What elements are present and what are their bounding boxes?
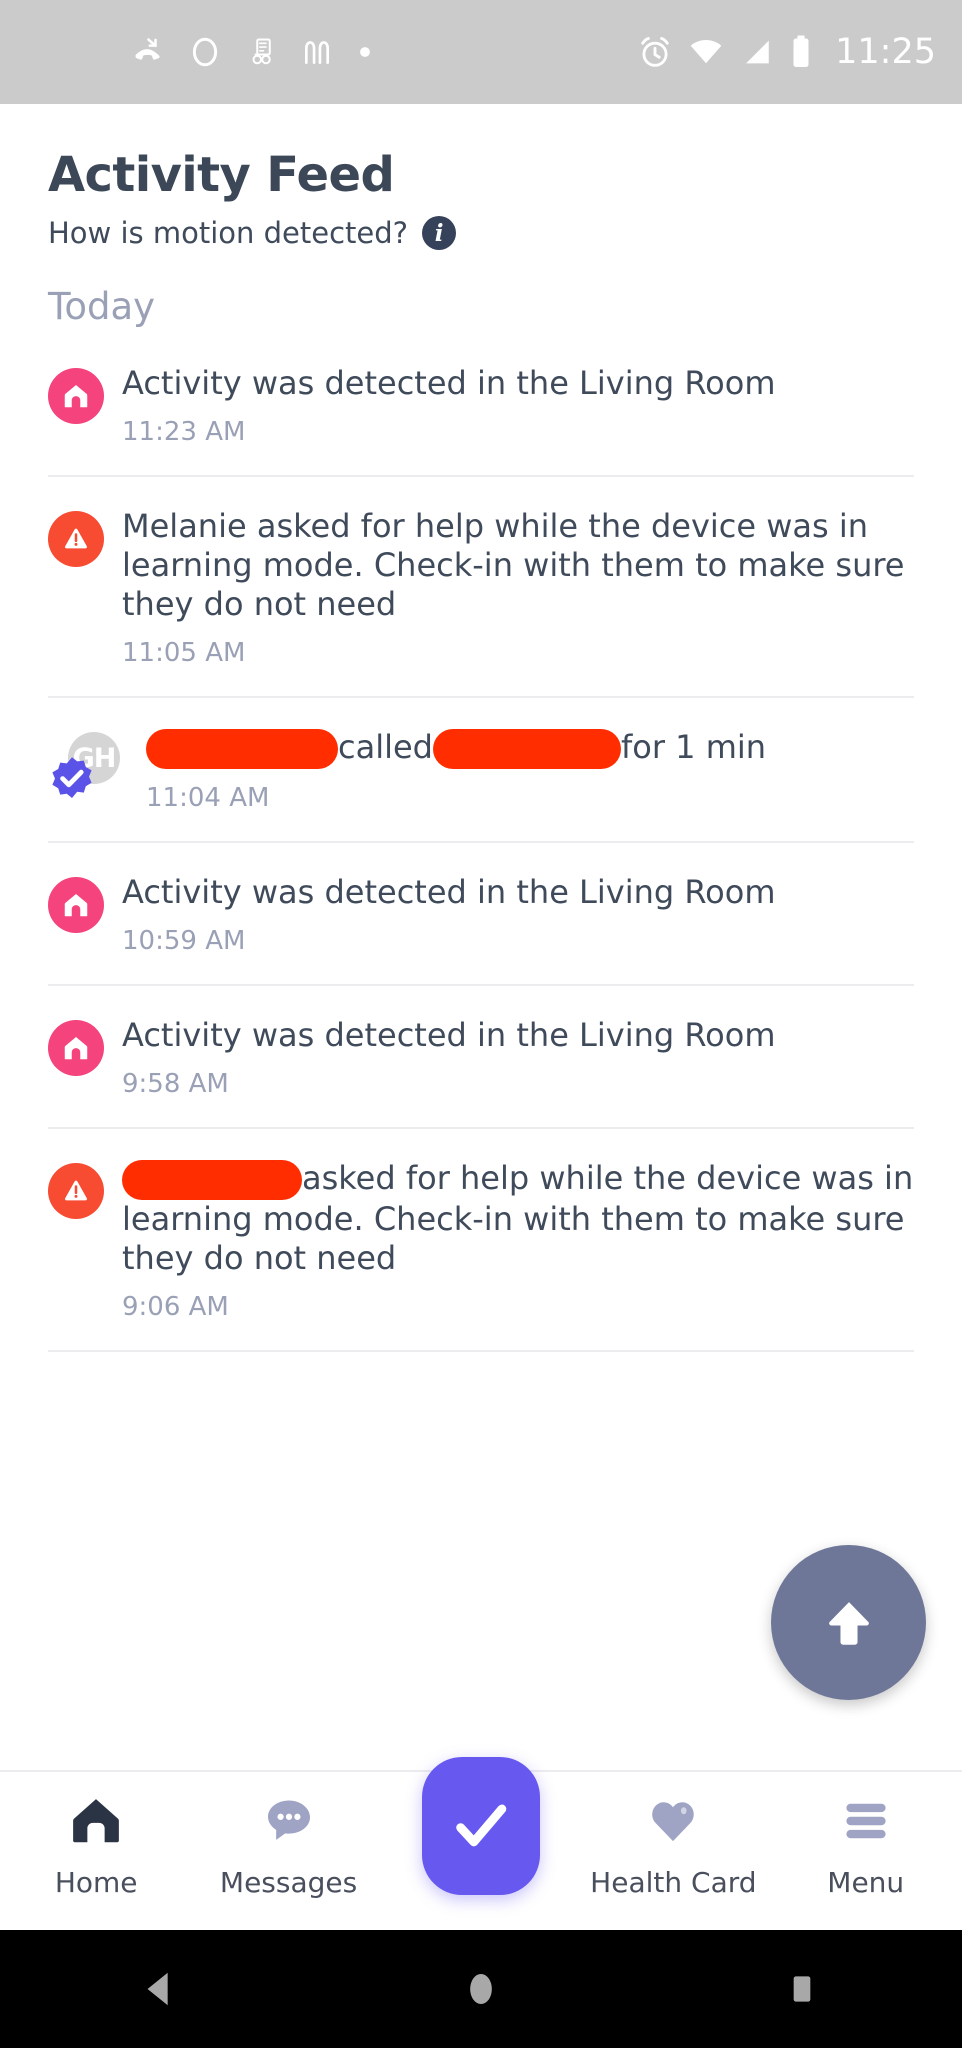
cellular-signal-icon	[746, 40, 769, 64]
status-bar-left-icons	[130, 35, 637, 69]
redaction-bar	[146, 729, 338, 770]
ring-circle-icon	[192, 37, 218, 67]
list-divider	[48, 1127, 914, 1130]
phone-screen: 11:25 Activity Feed How is motion detect…	[0, 0, 962, 2048]
info-icon[interactable]: i	[422, 216, 457, 251]
home-activity-icon	[48, 1020, 104, 1077]
item-text-middle: called	[338, 728, 433, 767]
list-divider	[48, 1350, 914, 1353]
wifi-icon	[690, 40, 722, 64]
home-activity-icon	[48, 368, 104, 424]
list-divider	[48, 696, 914, 699]
page-title: Activity Feed	[48, 147, 395, 203]
list-item[interactable]: Melanie asked for help while the device …	[0, 507, 962, 668]
chat-bubble-icon	[261, 1790, 317, 1852]
back-triangle-icon	[147, 1972, 168, 2006]
home-circle-icon	[470, 1973, 492, 2005]
nav-label-messages: Messages	[219, 1866, 358, 1899]
item-text: asked for help while the device was in l…	[122, 1159, 914, 1278]
list-divider	[48, 841, 914, 844]
list-item[interactable]: Activity was detected in the Living Room…	[0, 1016, 962, 1099]
android-back-button[interactable]	[70, 1930, 250, 2048]
item-icon-column	[48, 507, 122, 668]
arrow-up-icon	[828, 1601, 869, 1645]
golden-arches-icon	[305, 41, 329, 64]
status-bar: 11:25	[0, 0, 962, 104]
motion-help-label: How is motion detected?	[48, 216, 409, 251]
motion-help-row[interactable]: How is motion detected? i	[48, 216, 914, 251]
nav-label-home: Home	[54, 1866, 138, 1899]
list-item[interactable]: asked for help while the device was in l…	[0, 1159, 962, 1322]
android-home-button[interactable]	[391, 1930, 571, 2048]
item-icon-column: GH	[48, 728, 122, 813]
item-icon-column	[48, 1016, 122, 1099]
battery-icon	[793, 35, 809, 67]
check-fab-button[interactable]	[421, 1757, 540, 1895]
status-bar-right-icons: 11:25	[637, 32, 936, 72]
android-recents-button[interactable]	[712, 1930, 892, 2048]
device-app-icon	[252, 38, 271, 65]
nav-item-menu[interactable]: Menu	[781, 1790, 951, 1899]
missed-call-icon	[134, 38, 160, 60]
android-system-nav[interactable]	[0, 1930, 962, 2048]
dot-icon	[360, 47, 370, 57]
item-timestamp: 9:06 AM	[122, 1292, 229, 1323]
status-bar-clock: 11:25	[835, 32, 936, 72]
list-divider	[48, 984, 914, 987]
item-text: called for 1 min	[146, 728, 914, 770]
alert-warning-icon	[48, 1163, 104, 1220]
page-header: Activity Feed How is motion detected? i	[0, 104, 962, 251]
redaction-bar	[122, 1160, 302, 1201]
item-timestamp: 9:58 AM	[122, 1069, 229, 1100]
item-text: Activity was detected in the Living Room	[122, 873, 776, 912]
item-icon-column	[48, 1159, 122, 1322]
home-activity-icon	[48, 877, 104, 934]
bottom-navigation-bar[interactable]: Home Messages Health Card Menu	[0, 1757, 962, 1930]
checkmark-icon	[456, 1804, 507, 1847]
item-text: Activity was detected in the Living Room	[122, 364, 776, 402]
house-icon	[68, 1790, 124, 1852]
redaction-bar	[432, 729, 621, 770]
feed-section-label: Today	[48, 285, 156, 328]
heart-icon	[645, 1790, 701, 1852]
item-icon-column	[48, 364, 122, 447]
item-timestamp: 11:05 AM	[122, 638, 246, 669]
item-timestamp: 11:23 AM	[122, 417, 246, 448]
item-text: Activity was detected in the Living Room	[122, 1016, 776, 1055]
item-text-after: for 1 min	[620, 728, 767, 767]
alert-warning-icon	[48, 511, 104, 568]
item-icon-column	[48, 873, 122, 956]
alarm-icon	[641, 37, 669, 67]
item-timestamp: 11:04 AM	[146, 783, 270, 814]
nav-item-home[interactable]: Home	[11, 1790, 181, 1899]
list-divider	[48, 475, 914, 478]
verified-contact-avatar: GH	[48, 732, 122, 799]
nav-label-health-card: Health Card	[590, 1866, 757, 1899]
nav-item-messages[interactable]: Messages	[204, 1790, 374, 1899]
verified-check-icon	[52, 757, 92, 799]
item-timestamp: 10:59 AM	[122, 926, 246, 957]
list-item[interactable]: Activity was detected in the Living Room…	[0, 873, 962, 956]
nav-item-health-card[interactable]: Health Card	[588, 1790, 758, 1899]
list-item[interactable]: Activity was detected in the Living Room…	[0, 364, 962, 447]
list-item[interactable]: GH called for 1 min 11:04 AM	[0, 728, 962, 813]
recents-square-icon	[793, 1976, 810, 2002]
nav-label-menu: Menu	[827, 1866, 905, 1899]
hamburger-menu-icon	[838, 1790, 894, 1852]
item-text: Melanie asked for help while the device …	[122, 507, 905, 624]
scroll-to-top-button[interactable]	[771, 1545, 926, 1700]
